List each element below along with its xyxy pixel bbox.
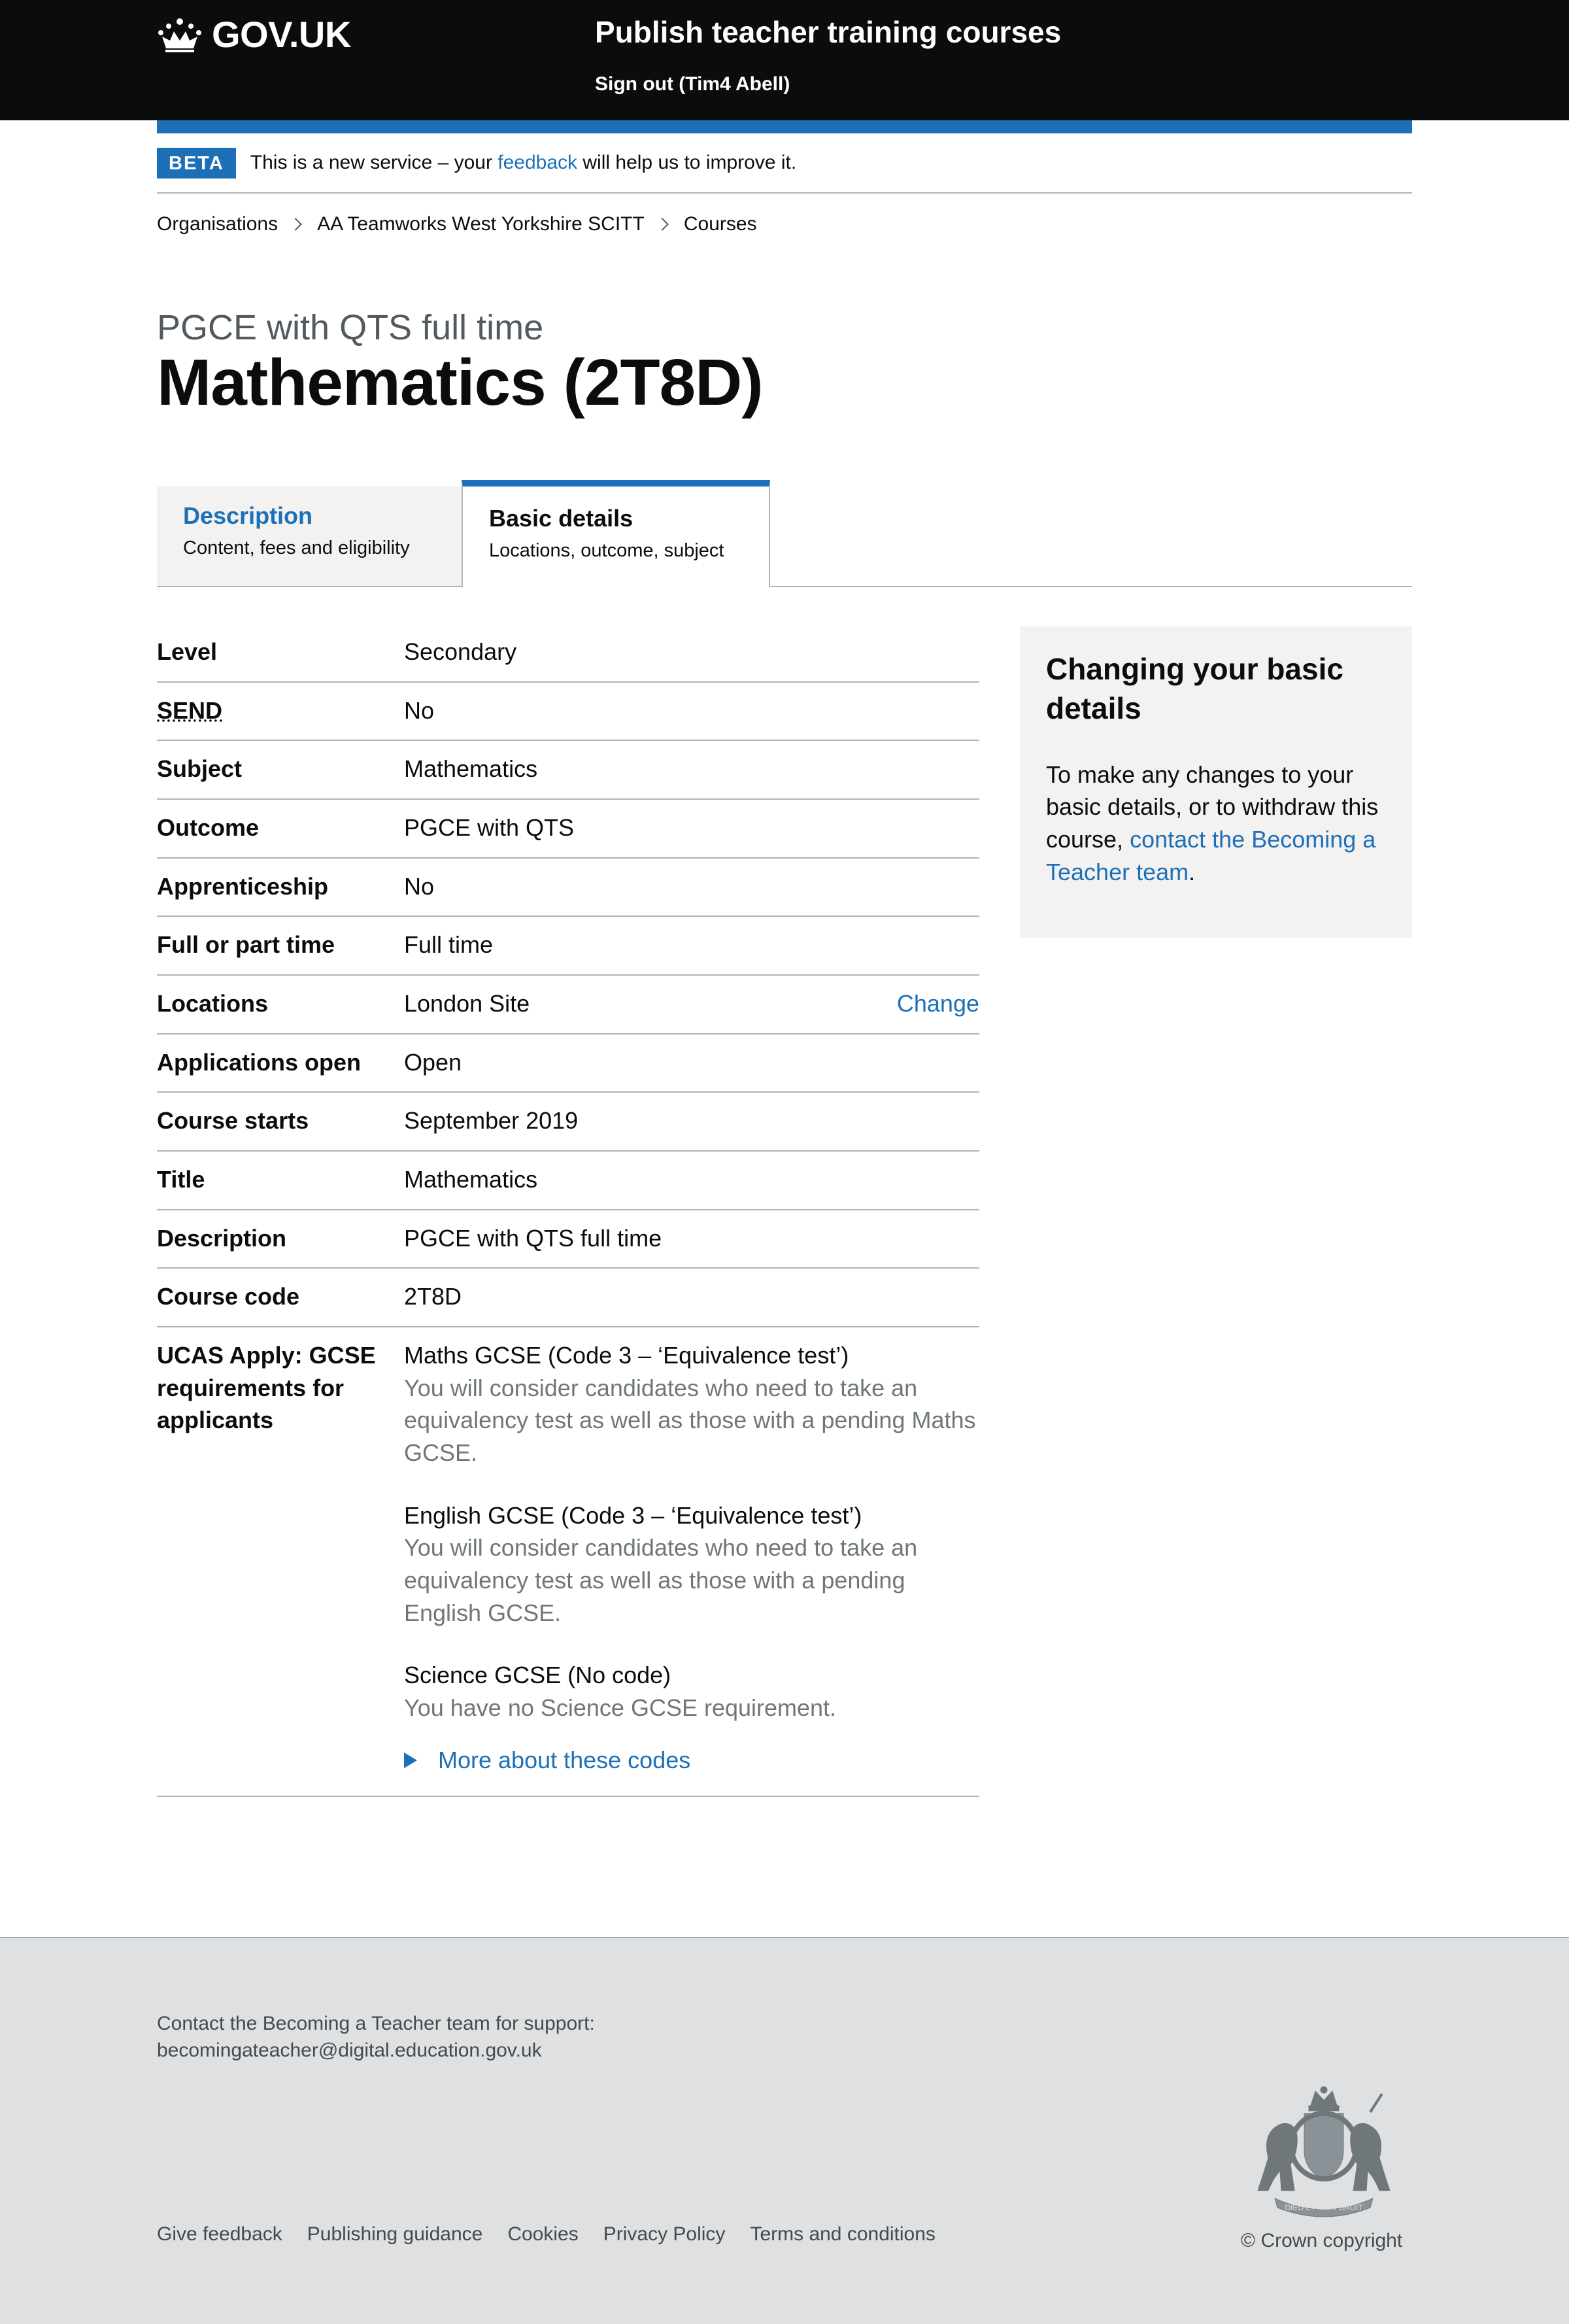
summary-value: PGCE with QTS <box>404 814 575 842</box>
summary-key: Level <box>157 638 218 665</box>
breadcrumb: Organisations AA Teamworks West Yorkshir… <box>157 213 757 235</box>
summary-key: Apprenticeship <box>157 872 329 900</box>
tab-basic-details-title: Basic details <box>489 505 633 532</box>
course-summary-list: Level Secondary SEND No Subject Mathemat… <box>157 626 979 1798</box>
site-footer: Contact the Becoming a Teacher team for … <box>0 1937 1569 2324</box>
summary-row-outcome: Outcome PGCE with QTS <box>157 800 979 859</box>
summary-row-level: Level Secondary <box>157 626 979 683</box>
beta-tag: BETA <box>157 147 236 179</box>
summary-row-course-code: Course code 2T8D <box>157 1269 979 1328</box>
summary-value: No <box>404 872 435 900</box>
summary-row-description: Description PGCE with QTS full time <box>157 1210 979 1269</box>
page-caption: PGCE with QTS full time <box>157 308 544 347</box>
summary-value: PGCE with QTS full time <box>404 1224 662 1252</box>
footer-link-cookies[interactable]: Cookies <box>507 2223 578 2246</box>
science-gcse-title: Science GCSE (No code) <box>404 1662 671 1689</box>
tab-basic-details-subtitle: Locations, outcome, subject <box>489 540 724 561</box>
more-about-codes-link[interactable]: More about these codes <box>438 1744 690 1777</box>
summary-row-send: SEND No <box>157 683 979 742</box>
summary-row-apprenticeship: Apprenticeship No <box>157 859 979 917</box>
science-gcse-hint: You have no Science GCSE requirement. <box>404 1694 837 1722</box>
summary-row-course-starts: Course starts September 2019 <box>157 1093 979 1152</box>
panel-title: Changing your basic details <box>1046 652 1343 725</box>
govuk-logo-link[interactable]: GOV.UK <box>157 13 351 56</box>
summary-key: Course code <box>157 1283 300 1310</box>
crown-copyright[interactable]: © Crown copyright <box>1241 2230 1402 2252</box>
summary-key: Subject <box>157 755 243 783</box>
tab-description-title[interactable]: Description <box>183 502 437 530</box>
change-locations-link[interactable]: Change <box>897 990 979 1017</box>
summary-key: Description <box>157 1224 287 1252</box>
summary-key: Title <box>157 1166 205 1193</box>
summary-key: Course starts <box>157 1107 309 1135</box>
header-blue-bar <box>157 120 1412 133</box>
footer-contact-email[interactable]: becomingateacher@digital.education.gov.u… <box>157 2040 542 2061</box>
disclosure-triangle-icon <box>404 1752 417 1768</box>
panel-body: To make any changes to your basic detail… <box>1046 760 1379 885</box>
codes-details-summary[interactable]: More about these codes <box>404 1744 979 1777</box>
footer-link-publishing-guidance[interactable]: Publishing guidance <box>307 2223 483 2246</box>
summary-row-locations: Locations London Site Change <box>157 976 979 1034</box>
summary-value: 2T8D <box>404 1283 462 1310</box>
gcse-requirements: Maths GCSE (Code 3 – ‘Equivalence test’)… <box>404 1339 979 1783</box>
english-gcse-title: English GCSE (Code 3 – ‘Equivalence test… <box>404 1501 862 1529</box>
phase-banner: BETA This is a new service – your feedba… <box>157 133 1412 194</box>
maths-gcse-title: Maths GCSE (Code 3 – ‘Equivalence test’) <box>404 1342 849 1369</box>
govuk-logo-text: GOV.UK <box>212 14 351 55</box>
summary-row-subject: Subject Mathematics <box>157 741 979 800</box>
footer-links: Give feedback Publishing guidance Cookie… <box>157 2223 960 2246</box>
summary-key: Locations <box>157 990 269 1017</box>
tab-list: Description Content, fees and eligibilit… <box>157 480 1412 587</box>
summary-value: Full time <box>404 931 494 959</box>
basic-details-help-panel: Changing your basic details To make any … <box>1020 626 1412 938</box>
summary-value: No <box>404 696 435 724</box>
summary-row-study-mode: Full or part time Full time <box>157 917 979 976</box>
send-abbreviation: SEND <box>157 696 223 724</box>
breadcrumb-organisation[interactable]: AA Teamworks West Yorkshire SCITT <box>317 213 645 235</box>
royal-coat-of-arms-icon: DIEU ET MON DROIT <box>1257 2086 1391 2217</box>
summary-key: UCAS Apply: GCSE requirements for applic… <box>157 1342 376 1434</box>
summary-key: Outcome <box>157 814 260 842</box>
summary-value: Secondary <box>404 638 517 665</box>
footer-link-terms[interactable]: Terms and conditions <box>750 2223 935 2246</box>
summary-value: Open <box>404 1048 462 1076</box>
chevron-right-icon <box>655 218 669 231</box>
summary-value: September 2019 <box>404 1107 579 1135</box>
footer-contact: Contact the Becoming a Teacher team for … <box>157 2010 595 2064</box>
summary-value: Mathematics <box>404 1166 538 1193</box>
footer-contact-text: Contact the Becoming a Teacher team for … <box>157 2013 595 2034</box>
chevron-right-icon <box>289 218 303 231</box>
page-title: Mathematics (2T8D) <box>157 346 764 419</box>
crown-icon <box>158 18 201 52</box>
footer-link-privacy-policy[interactable]: Privacy Policy <box>603 2223 726 2246</box>
summary-actions: Change <box>875 987 979 1020</box>
summary-key: SEND <box>157 694 404 727</box>
sign-out-link[interactable]: Sign out (Tim4 Abell) <box>595 73 790 95</box>
summary-value: Mathematics <box>404 755 538 783</box>
summary-key: Full or part time <box>157 931 335 959</box>
crest-motto: DIEU ET MON DROIT <box>1285 2203 1363 2212</box>
tab-description-subtitle: Content, fees and eligibility <box>183 538 410 558</box>
phase-text: This is a new service – your feedback wi… <box>250 152 797 173</box>
summary-row-gcse-requirements: UCAS Apply: GCSE requirements for applic… <box>157 1327 979 1798</box>
breadcrumb-organisations[interactable]: Organisations <box>157 213 278 235</box>
tab-description[interactable]: Description Content, fees and eligibilit… <box>157 487 463 586</box>
maths-gcse-hint: You will consider candidates who need to… <box>404 1374 976 1467</box>
summary-row-title: Title Mathematics <box>157 1152 979 1210</box>
summary-value: London Site <box>404 990 530 1017</box>
tab-basic-details[interactable]: Basic details Locations, outcome, subjec… <box>462 480 770 587</box>
english-gcse-hint: You will consider candidates who need to… <box>404 1534 918 1626</box>
site-header: GOV.UK Publish teacher training courses … <box>0 0 1569 120</box>
footer-link-give-feedback[interactable]: Give feedback <box>157 2223 282 2246</box>
summary-key: Applications open <box>157 1048 362 1076</box>
feedback-link[interactable]: feedback <box>498 152 577 173</box>
service-name[interactable]: Publish teacher training courses <box>595 14 1061 50</box>
summary-row-applications-open: Applications open Open <box>157 1034 979 1093</box>
breadcrumb-courses[interactable]: Courses <box>684 213 757 235</box>
